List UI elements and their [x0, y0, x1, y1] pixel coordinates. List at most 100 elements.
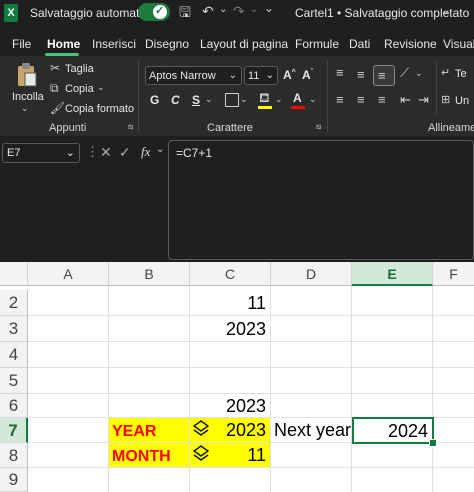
enter-icon[interactable]: ✓ — [119, 145, 131, 159]
align-left-icon[interactable]: ≡ — [336, 93, 344, 106]
fill-color-icon[interactable]: ⛾ — [259, 91, 270, 104]
column-header-e[interactable]: E — [352, 262, 433, 286]
cut-button[interactable]: Taglia — [65, 63, 94, 75]
grow-font-icon[interactable]: A^ — [283, 68, 296, 82]
column-header-c[interactable]: C — [190, 262, 271, 286]
wrap-text-icon[interactable]: ↵ — [441, 68, 450, 79]
wrap-text-button[interactable]: Te — [455, 68, 467, 80]
merge-button[interactable]: Un — [455, 95, 469, 107]
spin-button-month-icon[interactable] — [192, 445, 210, 468]
column-header-f[interactable]: F — [433, 262, 474, 286]
font-size-select[interactable]: 11 ⌄ — [244, 66, 278, 85]
format-painter-button[interactable]: Copia formato — [65, 103, 134, 115]
align-bottom-icon: ≡ — [378, 68, 386, 83]
fill-handle[interactable] — [429, 439, 437, 447]
tab-formulas[interactable]: Formule — [295, 37, 339, 51]
cell-c3[interactable]: 2023 — [190, 316, 271, 342]
cut-icon[interactable]: ✂ — [50, 62, 60, 74]
font-color-dropdown-icon[interactable]: ⌄ — [309, 95, 317, 104]
row-header-5[interactable]: 5 — [0, 368, 28, 394]
tab-page-layout[interactable]: Layout di pagina — [200, 37, 288, 51]
orientation-icon[interactable]: ⟋ — [400, 66, 409, 79]
spin-button-year-icon[interactable] — [192, 420, 210, 443]
autosave-label: Salvataggio automatico — [30, 6, 155, 20]
row-header-9[interactable]: 9 — [0, 468, 28, 492]
cell-c6[interactable]: 2023 — [190, 394, 271, 418]
cancel-icon[interactable]: ✕ — [100, 145, 112, 159]
align-middle-icon[interactable]: ≡ — [357, 68, 365, 81]
font-name-dropdown-icon: ⌄ — [228, 70, 237, 81]
align-top-icon[interactable]: ≡ — [336, 66, 344, 79]
tab-review[interactable]: Revisione — [384, 37, 437, 51]
align-right-icon[interactable]: ≡ — [378, 93, 386, 106]
paste-button-label[interactable]: Incolla — [12, 91, 44, 103]
font-size-value: 11 — [248, 70, 260, 82]
cell-c2[interactable]: 11 — [190, 290, 271, 316]
font-launcher-icon[interactable]: ⧅ — [316, 123, 321, 131]
column-header-b[interactable]: B — [109, 262, 190, 286]
tab-view[interactable]: Visualiz — [443, 37, 474, 51]
decrease-indent-icon[interactable]: ⇤ — [400, 93, 411, 106]
copy-button[interactable]: Copia — [65, 83, 94, 95]
column-header-a[interactable]: A — [28, 262, 109, 286]
borders-icon[interactable] — [225, 93, 239, 107]
save-icon[interactable]: 🖫 — [179, 5, 191, 19]
clipboard-launcher-icon[interactable]: ⧅ — [128, 123, 133, 131]
title-dropdown-icon[interactable]: ⌄ — [441, 6, 450, 17]
underline-dropdown-icon[interactable]: ⌄ — [205, 95, 213, 104]
cell-d7[interactable]: Next year — [271, 418, 352, 443]
copy-dropdown-icon[interactable]: ⌄ — [97, 83, 105, 92]
align-center-icon[interactable]: ≡ — [357, 93, 365, 106]
select-all-corner[interactable] — [0, 262, 28, 286]
row-header-6[interactable]: 6 — [0, 394, 28, 418]
row-header-7[interactable]: 7 — [0, 418, 28, 443]
autosave-toggle[interactable] — [138, 3, 170, 21]
cell-b8[interactable]: MONTH — [109, 443, 190, 468]
cell-e7-active[interactable]: 2024 — [352, 417, 434, 444]
row-header-2[interactable]: 2 — [0, 290, 28, 316]
column-header-d[interactable]: D — [271, 262, 352, 286]
tab-draw[interactable]: Disegno — [145, 37, 189, 51]
font-name-value: Aptos Narrow — [149, 70, 216, 82]
font-color-icon[interactable]: A — [293, 91, 302, 105]
tab-insert[interactable]: Inserisci — [92, 37, 136, 51]
cell-b7[interactable]: YEAR — [109, 418, 190, 443]
borders-dropdown-icon[interactable]: ⌄ — [240, 95, 248, 104]
grid-line — [28, 367, 474, 368]
clipboard-group-label: Appunti — [49, 122, 87, 134]
name-box[interactable]: E7 ⌄ — [2, 143, 80, 163]
tab-file[interactable]: File — [12, 37, 31, 51]
excel-logo-icon: X — [4, 4, 18, 22]
customize-toolbar-icon[interactable]: ⌄ — [264, 2, 274, 14]
fill-dropdown-icon[interactable]: ⌄ — [275, 95, 283, 104]
align-bottom-button[interactable]: ≡ — [373, 65, 395, 86]
paste-icon[interactable] — [16, 62, 38, 88]
shrink-font-icon[interactable]: Aˇ — [302, 68, 313, 82]
underline-button[interactable]: S — [192, 93, 200, 107]
orientation-dropdown-icon[interactable]: ⌄ — [415, 69, 423, 78]
increase-indent-icon[interactable]: ⇥ — [418, 93, 429, 106]
undo-icon[interactable]: ↶ — [202, 4, 214, 18]
insert-function-icon[interactable]: fx — [141, 144, 150, 160]
formula-input[interactable] — [168, 140, 474, 260]
ribbon-separator — [327, 60, 328, 132]
more-options-icon[interactable]: ⋮ — [86, 145, 99, 158]
row-header-4[interactable]: 4 — [0, 342, 28, 368]
redo-icon[interactable]: ↷ — [233, 4, 245, 18]
paste-dropdown-icon[interactable]: ⌄ — [21, 104, 29, 113]
copy-icon[interactable]: ⧉ — [50, 82, 59, 94]
bold-button[interactable]: G — [150, 93, 159, 107]
undo-dropdown-icon[interactable]: ⌄ — [219, 5, 227, 15]
tab-data[interactable]: Dati — [349, 37, 370, 51]
fill-color-swatch — [258, 106, 272, 109]
italic-button[interactable]: C — [171, 93, 180, 107]
font-name-select[interactable]: Aptos Narrow ⌄ — [145, 66, 242, 85]
tab-home[interactable]: Home — [47, 37, 80, 51]
year-label: YEAR — [112, 423, 157, 440]
redo-dropdown-icon[interactable]: ⌄ — [250, 5, 258, 15]
fx-dropdown-icon[interactable]: ⌄ — [156, 145, 164, 155]
merge-icon[interactable]: ⊞ — [441, 95, 450, 106]
row-header-8[interactable]: 8 — [0, 443, 28, 468]
format-painter-icon[interactable]: 🖌 — [50, 102, 65, 114]
row-header-3[interactable]: 3 — [0, 316, 28, 342]
